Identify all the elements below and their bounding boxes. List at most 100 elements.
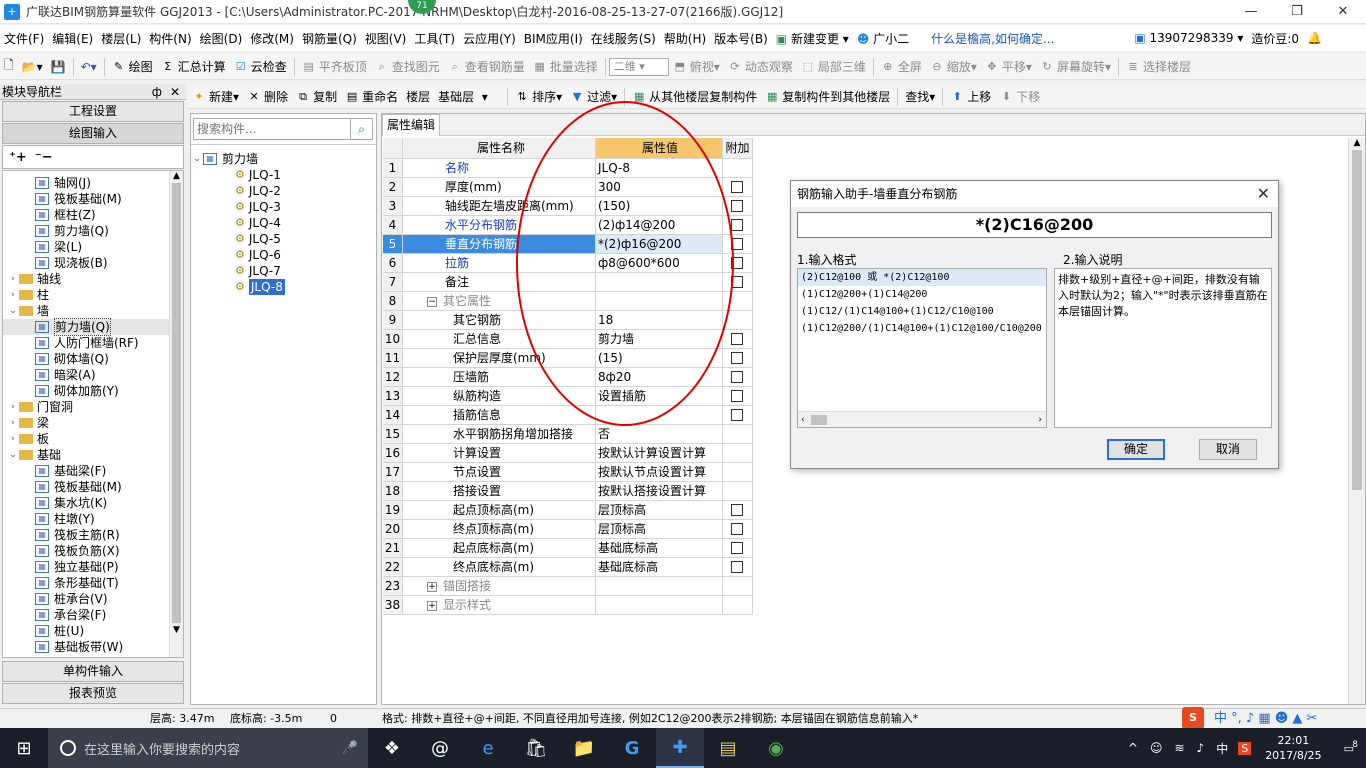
scroll-thumb[interactable] <box>811 414 828 425</box>
notes-app-icon[interactable]: ▤ <box>704 728 752 768</box>
nav-tree-scrollbar[interactable]: ▲ ▼ <box>169 171 183 657</box>
new-change-button[interactable]: ▣ 新建变更 ▾ <box>772 30 853 47</box>
nav-item[interactable]: ▦ 轴网(J) <box>3 175 169 191</box>
menu-file[interactable]: 文件(F) <box>0 30 48 47</box>
floor-select[interactable]: 基础层 ▾ <box>434 86 504 108</box>
component-search-input[interactable] <box>193 118 351 140</box>
format-list[interactable]: (2)C12@100 或 *(2)C12@100 (1)C12@200+(1)C… <box>797 268 1047 428</box>
extra-checkbox[interactable] <box>731 523 743 535</box>
save-icon[interactable]: 💾 <box>47 56 70 78</box>
component-item[interactable]: ⚙ JLQ-8 <box>191 279 376 295</box>
minimize-button[interactable]: — <box>1228 0 1274 24</box>
bell-icon[interactable]: 🔔 <box>1303 31 1326 45</box>
expand-icon[interactable]: + <box>427 600 437 611</box>
component-root[interactable]: ⌄ ▦ 剪力墙 <box>191 151 376 167</box>
sogou-ime-icon[interactable]: S <box>1182 707 1204 729</box>
menu-draw[interactable]: 绘图(D) <box>196 30 247 47</box>
nav-folder[interactable]: › 轴线 <box>3 271 169 287</box>
pin-icon[interactable]: ф <box>152 84 162 100</box>
sort-button[interactable]: ⇅ 排序 ▾ <box>511 86 566 108</box>
expand-icon[interactable]: › <box>7 399 19 415</box>
extra-checkbox[interactable] <box>731 561 743 573</box>
component-item[interactable]: ⚙ JLQ-2 <box>191 183 376 199</box>
dynamic-view-button[interactable]: ⟳ 动态观察 <box>724 56 797 78</box>
cancel-button[interactable]: 取消 <box>1199 439 1257 460</box>
property-row[interactable]: 23 + 锚固搭接 <box>383 577 753 596</box>
property-value-cell[interactable]: 基础底标高 <box>596 539 723 557</box>
search-icon[interactable]: ⌕ <box>351 118 373 140</box>
tab-property-edit[interactable]: 属性编辑 <box>382 114 441 136</box>
ok-button[interactable]: 确定 <box>1107 439 1165 460</box>
menu-cloud[interactable]: 云应用(Y) <box>459 30 520 47</box>
scroll-left-icon[interactable]: ‹ <box>801 415 805 425</box>
collapse-icon[interactable]: − <box>427 296 437 307</box>
sum-button[interactable]: Σ 汇总计算 <box>157 56 230 78</box>
menu-help[interactable]: 帮助(H) <box>660 30 710 47</box>
local-3d-button[interactable]: ⬚ 局部三维 <box>797 56 870 78</box>
restore-button[interactable]: ❐ <box>1274 0 1320 24</box>
tray-up-icon[interactable]: ^ <box>1122 741 1144 755</box>
ggj-app-icon[interactable]: ✚ <box>656 728 704 768</box>
expand-all-icon[interactable]: ⁺+ <box>9 150 27 165</box>
extra-checkbox[interactable] <box>731 390 743 402</box>
nav-close-icon[interactable]: ✕ <box>170 84 180 100</box>
expand-icon[interactable]: › <box>7 431 19 447</box>
nav-item[interactable]: ▦ 剪力墙(Q) <box>3 318 169 336</box>
menu-online[interactable]: 在线服务(S) <box>587 30 660 47</box>
nav-item[interactable]: ▦ 柱墩(Y) <box>3 511 169 527</box>
nav-folder[interactable]: › 柱 <box>3 287 169 303</box>
property-row[interactable]: 38 + 显示样式 <box>383 596 753 615</box>
menu-view[interactable]: 视图(V) <box>361 30 411 47</box>
menu-rebar-qty[interactable]: 钢筋量(Q) <box>298 30 361 47</box>
format-item[interactable]: (1)C12@200/(1)C14@100+(1)C12@100/C10@200 <box>798 320 1046 337</box>
nav-folder[interactable]: › 门窗洞 <box>3 399 169 415</box>
nav-folder[interactable]: › 板 <box>3 431 169 447</box>
batch-select-button[interactable]: ▦ 批量选择 <box>529 56 602 78</box>
nav-item[interactable]: ▦ 砌体加筋(Y) <box>3 383 169 399</box>
find-element-button[interactable]: ⌕ 查找图元 <box>371 56 444 78</box>
menu-modify[interactable]: 修改(M) <box>246 30 298 47</box>
component-item[interactable]: ⚙ JLQ-4 <box>191 215 376 231</box>
pan-button[interactable]: ✥ 平移 ▾ <box>981 56 1036 78</box>
close-button[interactable]: ✕ <box>1320 0 1366 24</box>
nav-folder[interactable]: ⌄ 基础 <box>3 447 169 463</box>
nav-item[interactable]: ▦ 筏板主筋(R) <box>3 527 169 543</box>
wifi-icon[interactable]: ≋ <box>1168 741 1190 755</box>
extra-checkbox[interactable] <box>731 200 743 212</box>
property-row[interactable]: 15 水平钢筋拐角增加搭接 否 <box>383 425 753 444</box>
clock[interactable]: 22:01 2017/8/25 <box>1255 733 1331 763</box>
nav-item[interactable]: ▦ 梁(L) <box>3 239 169 255</box>
component-item[interactable]: ⚙ JLQ-7 <box>191 263 376 279</box>
property-row[interactable]: 21 起点底标高(m) 基础底标高 <box>383 539 753 558</box>
copy-to-floor-button[interactable]: ▦ 复制构件到其他楼层 <box>761 86 894 108</box>
extra-checkbox[interactable] <box>731 333 743 345</box>
nav-item[interactable]: ▦ 基础梁(F) <box>3 463 169 479</box>
extra-checkbox[interactable] <box>731 219 743 231</box>
property-value-cell[interactable]: 按默认搭接设置计算 <box>596 482 723 500</box>
component-item[interactable]: ⚙ JLQ-5 <box>191 231 376 247</box>
nav-item[interactable]: ▦ 承台梁(F) <box>3 607 169 623</box>
volume-icon[interactable]: ♪ <box>1191 741 1211 755</box>
property-scrollbar[interactable]: ▲ <box>1348 138 1365 704</box>
nav-item[interactable]: ▦ 集水坑(K) <box>3 495 169 511</box>
format-list-hscroll[interactable]: ‹ › <box>798 411 1046 427</box>
nav-folder[interactable]: ⌄ 墙 <box>3 303 169 319</box>
microphone-icon[interactable]: 🎤 <box>342 741 358 756</box>
nav-item[interactable]: ▦ 砌体墙(Q) <box>3 351 169 367</box>
view-mode-select[interactable]: 二维 ▾ <box>608 57 669 76</box>
property-row[interactable]: 19 起点顶标高(m) 层顶标高 <box>383 501 753 520</box>
copy-button[interactable]: ⧉ 复制 <box>292 86 341 108</box>
nav-item[interactable]: ▦ 剪力墙(Q) <box>3 223 169 239</box>
extra-checkbox[interactable] <box>731 181 743 193</box>
collapse-all-icon[interactable]: ⁻− <box>35 150 53 165</box>
flat-top-button[interactable]: ▤ 平齐板顶 <box>298 56 371 78</box>
assistant-button[interactable]: ☻ 广小二 <box>853 30 913 47</box>
single-input-button[interactable]: 单构件输入 <box>2 661 184 682</box>
property-value-cell[interactable]: 层顶标高 <box>596 520 723 538</box>
nav-item[interactable]: ▦ 暗梁(A) <box>3 367 169 383</box>
new-component-button[interactable]: ✦ 新建 ▾ <box>188 86 243 108</box>
component-item[interactable]: ⚙ JLQ-3 <box>191 199 376 215</box>
new-file-icon[interactable]: 🗋 <box>0 56 18 78</box>
zoom-button[interactable]: ⊖ 缩放 ▾ <box>926 56 981 78</box>
undo-icon[interactable]: ↶▾ <box>77 56 101 78</box>
